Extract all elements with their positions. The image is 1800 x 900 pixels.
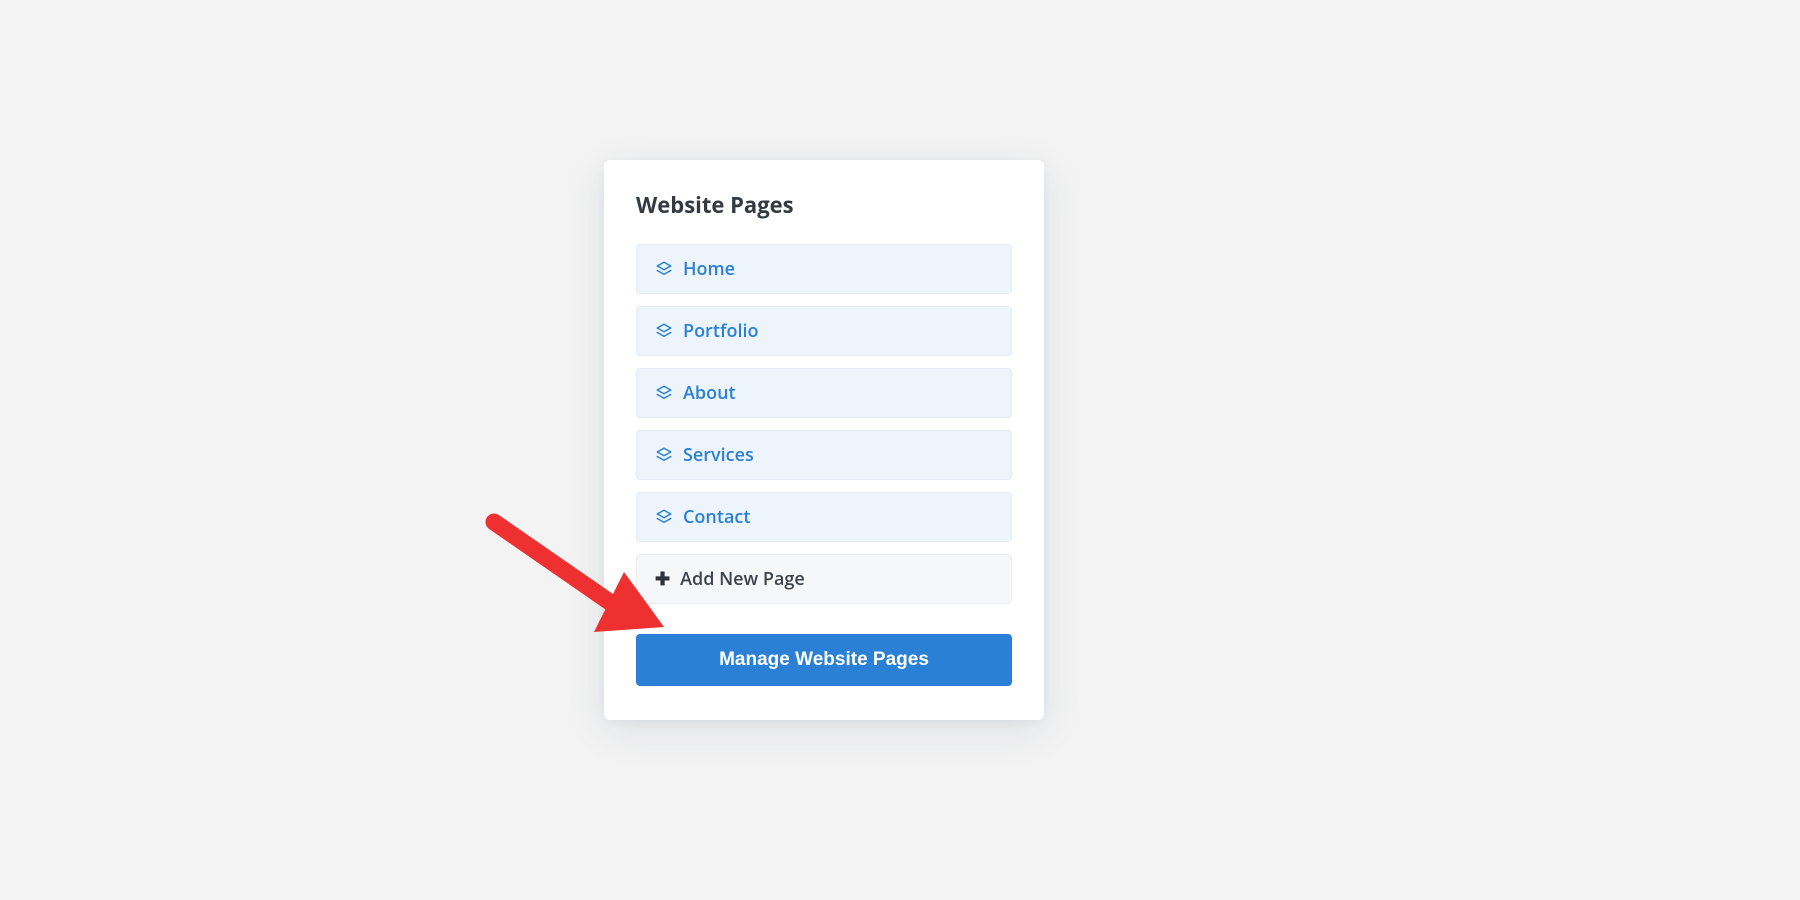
page-item-portfolio[interactable]: Portfolio [636, 306, 1012, 356]
layers-icon [655, 508, 673, 526]
add-new-page-label: Add New Page [680, 567, 805, 591]
panel-title: Website Pages [636, 190, 1012, 220]
page-item-label: Contact [683, 505, 750, 529]
page-item-label: About [683, 381, 736, 405]
page-item-label: Services [683, 443, 754, 467]
page-item-label: Portfolio [683, 319, 758, 343]
layers-icon [655, 322, 673, 340]
manage-website-pages-button[interactable]: Manage Website Pages [636, 634, 1012, 686]
page-item-about[interactable]: About [636, 368, 1012, 418]
page-item-contact[interactable]: Contact [636, 492, 1012, 542]
add-new-page-button[interactable]: ✚ Add New Page [636, 554, 1012, 604]
page-list: Home Portfolio About [636, 244, 1012, 604]
plus-icon: ✚ [655, 570, 670, 588]
page-item-services[interactable]: Services [636, 430, 1012, 480]
layers-icon [655, 384, 673, 402]
website-pages-panel: Website Pages Home Portfolio [604, 160, 1044, 720]
layers-icon [655, 446, 673, 464]
layers-icon [655, 260, 673, 278]
page-item-label: Home [683, 257, 735, 281]
page-item-home[interactable]: Home [636, 244, 1012, 294]
